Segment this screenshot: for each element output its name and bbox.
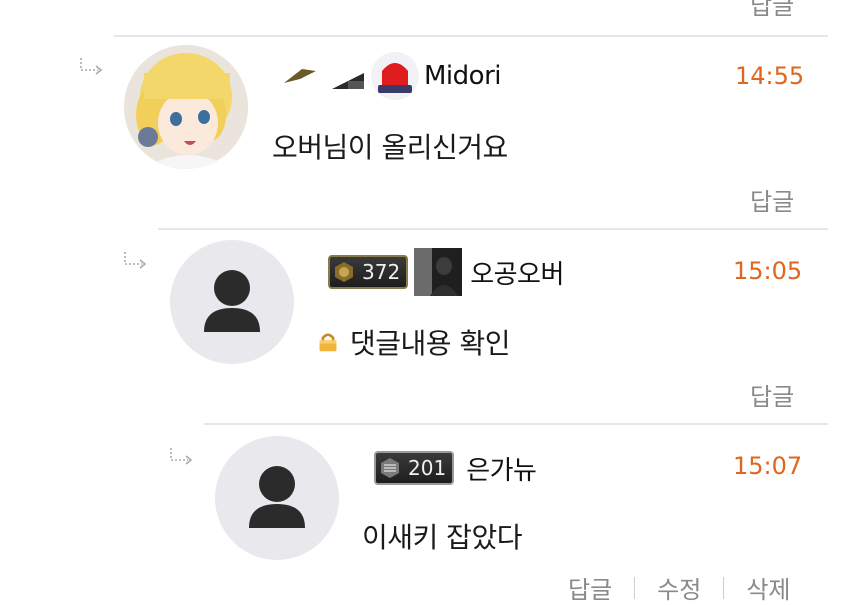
- level-badge: 201: [374, 451, 455, 485]
- rank-emblem-icon: [284, 69, 316, 83]
- avatar[interactable]: [215, 436, 339, 560]
- level-badge-icon: [332, 73, 364, 89]
- level-emblem-icon: [381, 458, 399, 478]
- avatar[interactable]: [170, 240, 294, 364]
- divider: [158, 228, 828, 230]
- delete-button[interactable]: 삭제: [746, 570, 790, 605]
- comment-text: 이새키 잡았다: [362, 521, 522, 554]
- comment-meta: 372 오공오버: [328, 248, 564, 296]
- reply-button[interactable]: 답글: [750, 182, 794, 217]
- separator: [634, 576, 636, 599]
- comment-text: 오버님이 올리신거요: [272, 131, 508, 164]
- reply-arrow-icon: [80, 58, 103, 75]
- level-emblem-icon: [335, 262, 353, 282]
- level-number: 372: [362, 260, 401, 284]
- divider: [114, 35, 828, 37]
- nickname[interactable]: Midori: [424, 61, 501, 91]
- avatar[interactable]: [124, 45, 248, 169]
- reply-arrow-icon: [170, 448, 193, 465]
- separator: [723, 576, 725, 599]
- nickname[interactable]: 오공오버: [470, 254, 564, 291]
- reply-button[interactable]: 답글: [750, 377, 794, 412]
- edit-button[interactable]: 수정: [657, 570, 701, 605]
- siren-icon: [371, 52, 419, 100]
- divider: [204, 423, 828, 425]
- profile-thumbnail: [414, 248, 463, 296]
- lock-icon: [319, 333, 337, 352]
- anime-avatar-image: [124, 45, 248, 169]
- level-badge: 372: [328, 255, 409, 289]
- level-number: 201: [408, 456, 447, 480]
- reply-arrow-icon: [124, 252, 147, 269]
- comment-text-row: 댓글내용 확인: [316, 322, 510, 362]
- comment-time: 15:05: [733, 257, 803, 285]
- nickname[interactable]: 은가뉴: [466, 450, 537, 487]
- comment-time: 15:07: [733, 452, 803, 480]
- default-avatar-icon: [249, 466, 305, 528]
- previous-reply-link[interactable]: 답글: [750, 0, 794, 21]
- default-avatar-icon: [204, 270, 260, 332]
- comment-meta: 201 은가뉴: [374, 448, 537, 488]
- comment-meta: Midori: [282, 52, 501, 100]
- comment-time: 14:55: [735, 62, 805, 90]
- comment-actions: 답글 수정 삭제: [568, 570, 791, 605]
- reply-button[interactable]: 답글: [568, 570, 612, 605]
- comment-text: 댓글내용 확인: [350, 327, 510, 360]
